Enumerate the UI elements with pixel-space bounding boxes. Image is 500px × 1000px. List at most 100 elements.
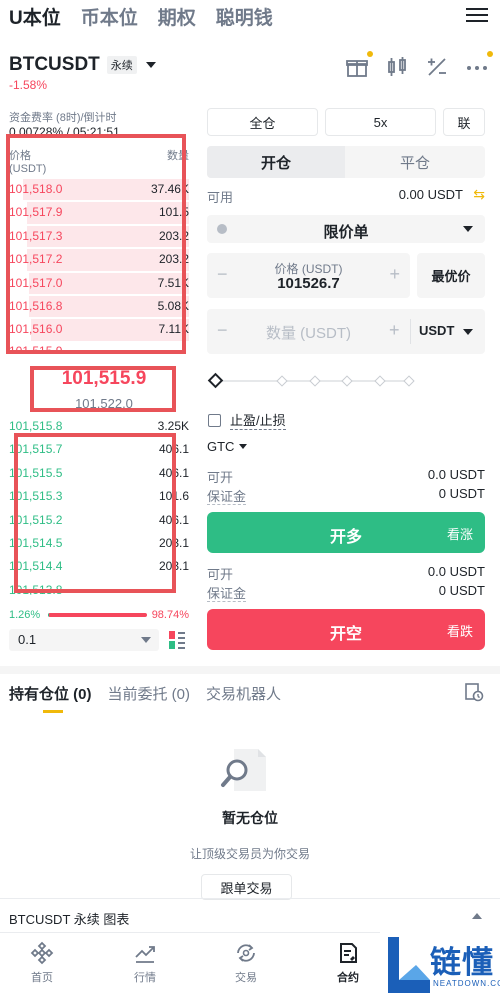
tab-trading-bots[interactable]: 交易机器人 <box>206 683 281 704</box>
bid-row[interactable]: 101,515.2 406.1 <box>9 509 189 532</box>
quantity-placeholder: 数量 (USDT) <box>266 325 351 342</box>
bid-row[interactable]: 101,515.5 406.1 <box>9 462 189 485</box>
tab-positions[interactable]: 持有仓位 (0) <box>9 683 92 704</box>
perpetual-tag: 永续 <box>106 56 137 74</box>
plus-icon[interactable]: + <box>389 264 400 285</box>
calculator-icon[interactable] <box>424 54 450 80</box>
quantity-slider[interactable] <box>207 372 415 389</box>
nav-futures[interactable]: 合约 <box>318 941 378 985</box>
margin-mode-button[interactable]: 全仓 <box>207 108 318 136</box>
slider-tick[interactable] <box>276 375 288 387</box>
ask-qty: 101.5 <box>158 205 189 220</box>
open-short-sub: 看跌 <box>446 624 473 639</box>
price-input-value: 101526.7 <box>277 275 340 292</box>
slider-tick[interactable] <box>403 375 415 387</box>
symbol-selector[interactable]: BTCUSDT 永续 <box>9 54 156 76</box>
precision-select[interactable]: 0.1 <box>9 629 159 651</box>
slider-tick[interactable] <box>341 375 353 387</box>
ask-row[interactable]: 101,517.3 203.2 <box>9 225 189 248</box>
bid-price: 101,515.3 <box>9 489 63 504</box>
short-max-open: 可开 0.0 USDT <box>207 564 485 583</box>
copy-trading-button[interactable]: 跟单交易 <box>201 874 292 900</box>
bid-row[interactable]: 101,515.7 406.1 <box>9 438 189 461</box>
order-type-select[interactable]: 限价单 <box>207 215 485 243</box>
quantity-unit[interactable]: USDT <box>419 323 454 338</box>
ask-row[interactable]: 101,517.9 101.5 <box>9 201 189 224</box>
ratio-bar <box>48 613 147 617</box>
ask-qty: 7.11K <box>158 322 189 337</box>
orderbook-layout-icon[interactable] <box>168 630 186 650</box>
ask-row[interactable]: 101,516.8 5.08K <box>9 295 189 318</box>
tab-smart-money[interactable]: 聪明钱 <box>216 3 273 30</box>
ask-price: 101,517.2 <box>9 252 63 267</box>
active-tab-underline <box>43 710 63 713</box>
qty-header: 数量 <box>167 150 189 162</box>
ask-qty: 37.46K <box>150 182 189 196</box>
nav-trade[interactable]: 交易 <box>216 941 276 985</box>
open-long-button[interactable]: 开多 看涨 <box>207 512 485 553</box>
gift-icon[interactable] <box>344 51 373 80</box>
slider-knob[interactable] <box>207 372 224 389</box>
tab-close[interactable]: 平仓 <box>345 146 485 178</box>
chevron-up-icon[interactable] <box>472 913 482 919</box>
checkbox-icon[interactable] <box>208 413 221 427</box>
open-long-sub: 看涨 <box>446 527 473 542</box>
tab-options[interactable]: 期权 <box>158 3 196 30</box>
watermark-text: 链懂 <box>430 945 494 980</box>
slider-tick[interactable] <box>374 375 386 387</box>
bid-list: 101,515.8 3.25K 101,515.7 406.1 101,515.5 406… <box>9 415 189 579</box>
bid-row[interactable]: 101,514.4 203.1 <box>9 555 189 578</box>
tab-usdt-m[interactable]: U本位 <box>9 3 61 30</box>
nav-home[interactable]: 首页 <box>12 941 72 985</box>
buy-ratio: 1.26% <box>9 609 41 621</box>
more-icon[interactable] <box>464 51 493 80</box>
transfer-icon[interactable]: ⇆ <box>473 186 485 203</box>
ask-list: 101,518.0 37.46K 101,517.9 101.5 101,517.3 20… <box>9 178 189 342</box>
price-input[interactable]: − 价格 (USDT) 101526.7 + <box>207 253 410 298</box>
history-icon[interactable] <box>464 682 484 702</box>
order-type-value: 限价单 <box>323 224 369 241</box>
ask-row[interactable]: 101,518.0 37.46K <box>9 178 189 201</box>
last-price[interactable]: 101,515.9 <box>34 368 174 390</box>
toolbar-icons <box>344 51 493 80</box>
funding-value: 0.00728% / 05:21:51 <box>9 125 120 139</box>
nav-futures-label: 合约 <box>337 972 359 984</box>
time-in-force-select[interactable]: GTC <box>207 439 248 454</box>
margin-label: 保证金 <box>207 586 247 602</box>
caret-down-icon <box>463 329 473 335</box>
max-open-label: 可开 <box>207 470 234 485</box>
short-margin: 保证金 0 USDT <box>207 583 485 602</box>
bid-row[interactable]: 101,515.3 101.6 <box>9 485 189 508</box>
notification-dot <box>367 51 373 57</box>
ask-row[interactable]: 101,517.2 203.2 <box>9 248 189 271</box>
caret-down-icon <box>145 62 156 68</box>
leverage-button[interactable]: 5x <box>325 108 436 136</box>
divider <box>410 319 411 344</box>
quantity-input[interactable]: − 数量 (USDT) + USDT <box>207 309 485 354</box>
tab-open-orders[interactable]: 当前委托 (0) <box>108 683 191 704</box>
price-header: 价格 <box>9 150 31 162</box>
tab-open[interactable]: 开仓 <box>207 146 345 178</box>
bid-row[interactable]: 101,515.8 3.25K <box>9 415 189 438</box>
bid-price: 101,514.4 <box>9 559 63 574</box>
margin-value: 0 USDT <box>438 583 485 598</box>
max-open-value: 0.0 USDT <box>427 467 485 482</box>
plus-icon[interactable]: + <box>389 320 400 341</box>
bid-price: 101,515.8 <box>9 419 63 433</box>
slider-tick[interactable] <box>309 375 321 387</box>
open-short-button[interactable]: 开空 看跌 <box>207 609 485 650</box>
tpsl-checkbox[interactable]: 止盈/止损 <box>208 410 286 430</box>
ask-row[interactable]: 101,516.0 7.11K <box>9 318 189 341</box>
tab-coin-m[interactable]: 币本位 <box>81 3 138 30</box>
best-price-button[interactable]: 最优价 <box>417 253 485 298</box>
candlestick-icon[interactable] <box>384 54 410 80</box>
chart-bar[interactable]: BTCUSDT 永续 图表 <box>0 898 500 932</box>
bid-row[interactable]: 101,514.5 203.1 <box>9 532 189 555</box>
ask-price: 101,517.9 <box>9 205 63 220</box>
position-mode-button[interactable]: 联 <box>443 108 485 136</box>
menu-icon[interactable] <box>466 4 488 24</box>
empty-subtitle: 让顶级交易员为你交易 <box>189 847 310 861</box>
bid-price: 101,515.5 <box>9 465 63 480</box>
nav-markets[interactable]: 行情 <box>115 941 175 985</box>
ask-row[interactable]: 101,517.0 7.51K <box>9 272 189 295</box>
